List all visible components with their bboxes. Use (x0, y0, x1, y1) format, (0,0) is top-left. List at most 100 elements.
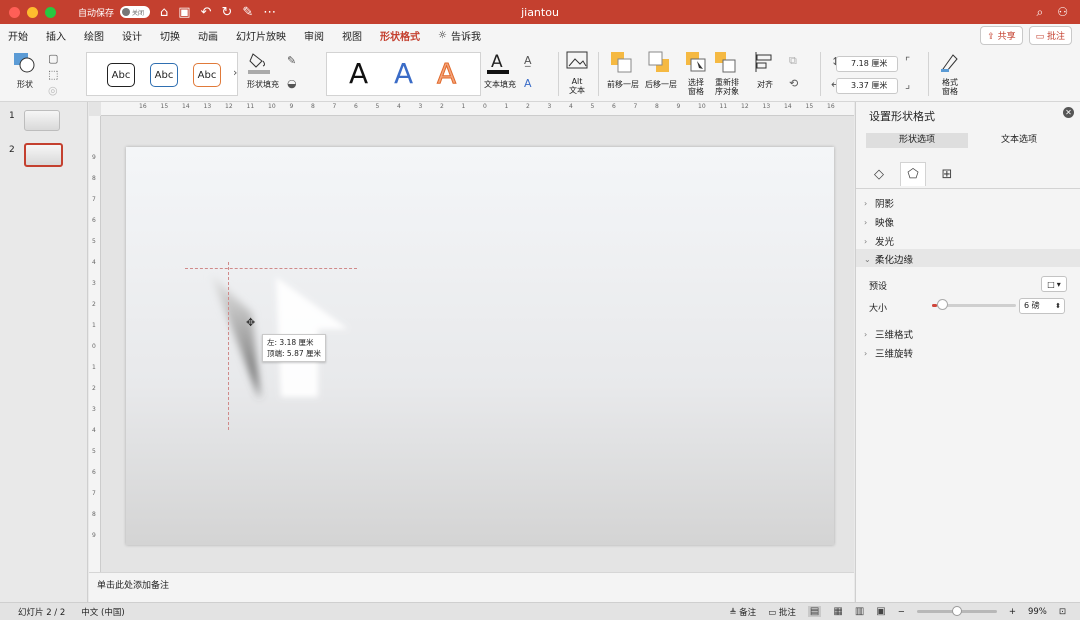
thumbnail-number: 2 (9, 145, 15, 155)
zoom-level[interactable]: 99% (1028, 607, 1047, 617)
format-pane-button[interactable] (938, 51, 962, 75)
maximize-window-button[interactable] (45, 6, 56, 18)
preset-dropdown[interactable]: □ ▾ (1041, 276, 1067, 292)
tell-me-label: 告诉我 (450, 31, 481, 43)
reading-view-icon[interactable]: ▥ (855, 606, 864, 617)
account-icon[interactable]: ⚇ (1057, 5, 1068, 20)
ruler-tick-label: 5 (92, 448, 96, 455)
zoom-slider-handle[interactable] (951, 606, 962, 616)
tab-slideshow[interactable]: 幻灯片放映 (236, 28, 286, 43)
document-title[interactable]: jiantou (521, 6, 559, 19)
ruler-tick-label: 3 (92, 280, 96, 287)
bring-forward-button[interactable] (610, 51, 632, 75)
size-dialog-icon[interactable]: ⌟ (905, 78, 910, 91)
stepper-arrows-icon[interactable]: ⬍ (1055, 299, 1061, 313)
tab-home[interactable]: 开始 (8, 28, 28, 43)
ruler-tick-label: 1 (92, 364, 96, 371)
close-window-button[interactable] (9, 6, 20, 18)
shapes-button[interactable] (10, 51, 40, 75)
close-icon[interactable]: ✕ (1063, 107, 1074, 118)
effects-pentagon-icon[interactable]: ⬠ (900, 162, 926, 186)
tell-me-search[interactable]: ☼ 告诉我 (438, 28, 481, 43)
tab-review[interactable]: 审阅 (304, 28, 324, 43)
shape-styles-gallery: Abc Abc Abc (86, 52, 238, 96)
tab-view[interactable]: 视图 (342, 28, 362, 43)
minimize-window-button[interactable] (27, 6, 38, 18)
tab-shape-format[interactable]: 形状格式 (380, 28, 420, 48)
section-3d-rotation[interactable]: › 三维旋转 (864, 346, 913, 361)
undo-icon[interactable]: ↶ (201, 5, 212, 20)
tab-transitions[interactable]: 切换 (160, 28, 180, 43)
more-icon[interactable]: ⋯ (263, 5, 276, 20)
wordart-style-3[interactable]: A (436, 57, 456, 91)
normal-view-icon[interactable]: ▤ (807, 606, 822, 617)
group-icon[interactable]: ⧉ (789, 54, 797, 68)
text-outline-icon[interactable]: A̲ (524, 54, 532, 67)
slide-thumbnail-1[interactable] (24, 110, 60, 131)
text-effects-icon[interactable]: A (524, 77, 532, 90)
gallery-next-icon[interactable]: › (233, 66, 237, 79)
tab-design[interactable]: 设计 (122, 28, 142, 43)
wordart-style-1[interactable]: A (349, 57, 368, 90)
section-3d-format[interactable]: › 三维格式 (864, 327, 913, 342)
slide-sorter-icon[interactable]: ▦ (833, 606, 842, 617)
text-box-icon[interactable]: ⬚ (48, 68, 58, 81)
redo-icon[interactable]: ↻ (221, 5, 232, 20)
width-input[interactable]: 3.37 厘米 (836, 78, 898, 94)
tab-animations[interactable]: 动画 (198, 28, 218, 43)
shape-outline-icon[interactable]: ✎ (287, 54, 296, 67)
slide-thumbnail-2[interactable] (24, 143, 63, 167)
language-indicator[interactable]: 中文 (中国) (81, 606, 124, 618)
selection-pane-button[interactable] (685, 51, 707, 75)
tab-shape-options[interactable]: 形状选项 (866, 133, 968, 148)
edit-icon[interactable]: ✎ (242, 5, 253, 20)
slide-canvas[interactable]: ✥ 左: 3.18 厘米 顶端: 5.87 厘米 (126, 147, 834, 545)
merge-shapes-icon[interactable]: ◎ (48, 84, 58, 97)
fit-to-window-icon[interactable]: ⊡ (1059, 607, 1066, 617)
section-shadow[interactable]: › 阴影 (864, 196, 894, 211)
size-stepper[interactable]: 6 磅 ⬍ (1019, 298, 1065, 314)
shape-style-3[interactable]: Abc (193, 63, 221, 87)
zoom-out-icon[interactable]: − (898, 607, 905, 617)
lock-aspect-icon[interactable]: ⌜ (905, 55, 910, 68)
fill-line-icon[interactable]: ◇ (866, 162, 892, 186)
align-button[interactable] (752, 51, 776, 75)
text-fill-button[interactable]: A (486, 50, 510, 76)
arrow-shape[interactable] (126, 147, 834, 545)
section-soft-edges[interactable]: ⌄ 柔化边缘 (864, 252, 913, 267)
presenter-view-icon[interactable]: ▣ (876, 606, 885, 617)
size-properties-icon[interactable]: ⊞ (934, 162, 960, 186)
alt-text-button[interactable] (564, 50, 590, 74)
tab-draw[interactable]: 绘图 (84, 28, 104, 43)
share-button[interactable]: ⇪ 共享 (980, 25, 1023, 45)
shape-fill-button[interactable] (247, 50, 271, 76)
shape-style-2[interactable]: Abc (150, 63, 178, 87)
section-glow[interactable]: › 发光 (864, 234, 894, 249)
autosave-toggle[interactable]: 关闭 (120, 6, 151, 18)
tab-text-options[interactable]: 文本选项 (968, 133, 1070, 148)
comment-icon: ▭ (768, 607, 777, 618)
zoom-in-icon[interactable]: + (1009, 607, 1016, 617)
search-icon[interactable]: ⌕ (1037, 5, 1044, 20)
notes-area[interactable]: 单击此处添加备注 (89, 572, 854, 602)
notes-toggle[interactable]: ≜ 备注 (729, 606, 756, 618)
bring-forward-icon (611, 52, 632, 73)
shape-style-1[interactable]: Abc (107, 63, 135, 87)
comments-toggle[interactable]: ▭ 批注 (768, 606, 796, 618)
ruler-tick-label: 8 (311, 103, 315, 110)
reorder-objects-button[interactable] (714, 51, 736, 75)
home-icon[interactable]: ⌂ (160, 5, 168, 20)
tab-insert[interactable]: 插入 (46, 28, 66, 43)
height-input[interactable]: 7.18 厘米 (836, 56, 898, 72)
send-backward-button[interactable] (648, 51, 670, 75)
comments-button[interactable]: ▭ 批注 (1028, 25, 1072, 45)
zoom-slider[interactable] (916, 606, 997, 616)
shape-effects-icon[interactable]: ◒ (287, 77, 297, 90)
format-shape-pane: 设置形状格式 ✕ 形状选项 文本选项 ◇ ⬠ ⊞ › 阴影 › 映像 › 发光 ⌄ 柔化… (855, 102, 1080, 602)
rotate-icon[interactable]: ⟲ (789, 77, 798, 90)
save-icon[interactable]: ▣ (178, 5, 190, 20)
wordart-style-2[interactable]: A (394, 57, 413, 90)
edit-shape-icon[interactable]: ▢ (48, 52, 58, 65)
section-reflection[interactable]: › 映像 (864, 215, 894, 230)
size-slider-handle[interactable] (937, 299, 949, 310)
